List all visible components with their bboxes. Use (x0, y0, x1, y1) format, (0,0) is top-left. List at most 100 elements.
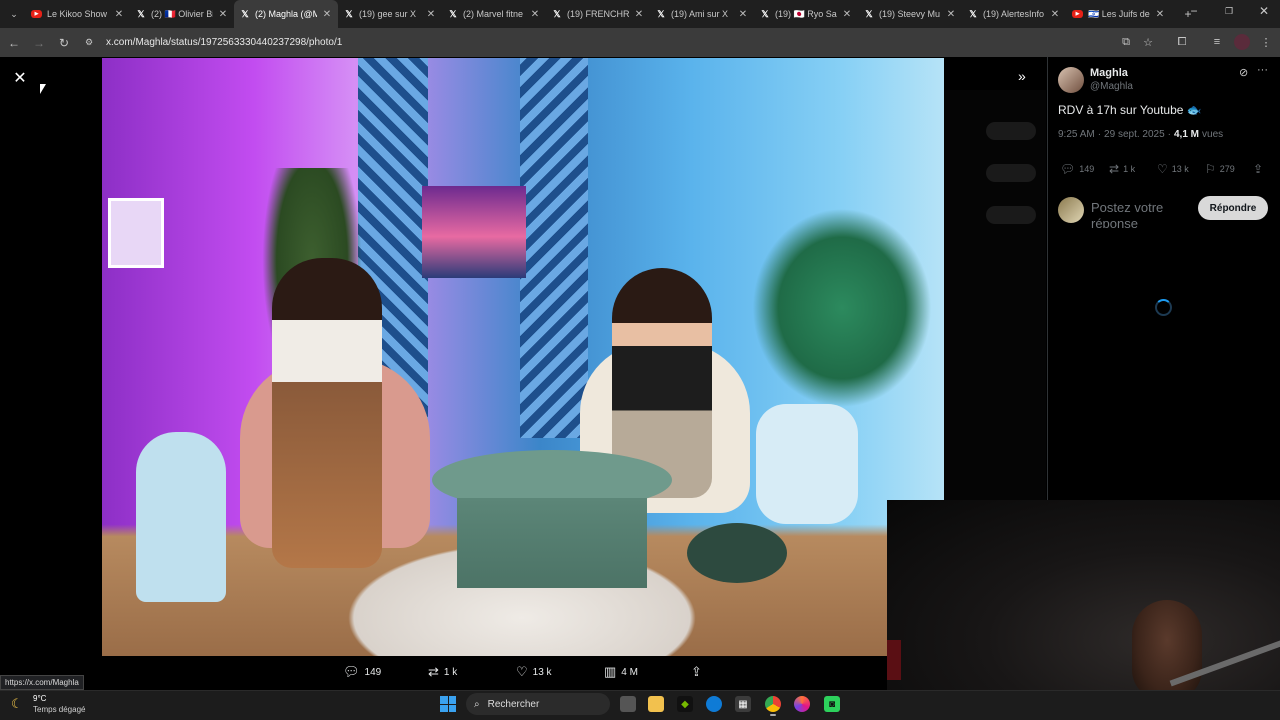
browser-tab[interactable]: 𝕏 (2) Marvel fitne ✕ (442, 0, 546, 28)
obs-app-icon[interactable]: ◙ (824, 696, 840, 712)
tab-title: 🇮🇱 Les Juifs de (1088, 8, 1150, 19)
bookmark-action[interactable]: ⚐ 279 (1205, 162, 1235, 176)
reply-action[interactable]: 💬︎ 149 (1060, 162, 1094, 176)
browser-tab[interactable]: ▶ 🇮🇱 Les Juifs de ✕ (1066, 0, 1171, 28)
nvidia-icon[interactable]: ◆ (677, 696, 693, 712)
meta-separator: · (1097, 129, 1102, 140)
tab-close-icon[interactable]: ✕ (1155, 9, 1165, 20)
x-icon: 𝕏 (449, 8, 457, 19)
taskbar-search[interactable]: ⌕ Rechercher (466, 693, 610, 715)
author-handle[interactable]: @Maghla (1090, 81, 1133, 92)
site-settings-icon[interactable]: ⚙ (78, 32, 100, 54)
post-photo[interactable] (102, 58, 944, 656)
media-like-action[interactable]: ♡ 13 k (516, 664, 552, 680)
more-options-icon[interactable]: ··· (1257, 64, 1268, 76)
expand-panel-chevrons-icon[interactable]: » (1018, 68, 1026, 84)
close-media-icon[interactable]: ✕ (12, 70, 28, 87)
reload-icon[interactable]: ↻ (53, 32, 75, 54)
author-avatar[interactable] (1058, 67, 1084, 93)
task-view-icon[interactable] (620, 696, 636, 712)
tab-close-icon[interactable]: ✕ (1050, 9, 1060, 20)
chrome-browser-icon[interactable] (765, 696, 781, 716)
window-controls: − ❐ ✕ (1175, 0, 1280, 28)
post-meta: 9:25 AM · 29 sept. 2025 · 4,1 M vues (1058, 129, 1223, 140)
like-action[interactable]: ♡ 13 k (1157, 162, 1189, 176)
tab-close-icon[interactable]: ✕ (114, 9, 124, 20)
tab-close-icon[interactable]: ✕ (738, 9, 748, 20)
browser-menu-icon[interactable]: ⋮ (1258, 34, 1274, 50)
microsoft-store-icon[interactable]: ▦ (735, 696, 751, 712)
browser-tab[interactable]: 𝕏 (19) AlertesInfo ✕ (962, 0, 1066, 28)
post-detail-panel (1047, 57, 1280, 500)
coffee-table-base (457, 498, 647, 588)
media-reply-action[interactable]: 💬︎ 149 (343, 664, 381, 680)
bookmark-star-icon[interactable]: ☆ (1140, 34, 1156, 50)
tab-close-icon[interactable]: ✕ (322, 9, 332, 20)
browser-tab[interactable]: ▶ Le Kikoo Show ✕ (25, 0, 130, 28)
tab-title: Le Kikoo Show (47, 9, 108, 19)
tab-title: (19) Steevy Mu (879, 9, 941, 19)
firefox-browser-icon[interactable] (794, 696, 810, 712)
wall-frame-left (108, 198, 164, 268)
weather-moon-icon[interactable]: ☾ (11, 696, 23, 712)
tab-close-icon[interactable]: ✕ (530, 9, 540, 20)
tab-close-icon[interactable]: ✕ (426, 9, 436, 20)
weather-description[interactable]: Temps dégagé (33, 705, 85, 714)
x-icon: 𝕏 (865, 8, 873, 19)
post-date[interactable]: 29 sept. 2025 (1104, 129, 1165, 140)
media-repost-action[interactable]: ⇄ 1 k (428, 664, 457, 680)
back-arrow-icon[interactable]: ← (3, 32, 25, 54)
browser-tab[interactable]: 𝕏 (19) FRENCHRA ✕ (546, 0, 650, 28)
tab-strip: ▶ Le Kikoo Show ✕ 𝕏 (2) 🇫🇷 Olivier Bi ✕ 𝕏 (2) M… (25, 0, 1171, 28)
floor-cushion (687, 523, 787, 583)
browser-tab[interactable]: 𝕏 (19) gee sur X ✕ (338, 0, 442, 28)
browser-tab[interactable]: 𝕏 (2) Maghla (@Ma ✕ (234, 0, 338, 28)
window-close-icon[interactable]: ✕ (1248, 0, 1280, 22)
tab-close-icon[interactable]: ✕ (218, 9, 228, 20)
minimize-icon[interactable]: − (1178, 0, 1210, 22)
browser-tab[interactable]: 𝕏 (2) 🇫🇷 Olivier Bi ✕ (130, 0, 234, 28)
tab-close-icon[interactable]: ✕ (842, 9, 852, 20)
tab-close-icon[interactable]: ✕ (946, 9, 956, 20)
restore-icon[interactable]: ❐ (1213, 0, 1245, 22)
tab-title: (19) AlertesInfo (983, 9, 1045, 19)
post-time[interactable]: 9:25 AM (1058, 129, 1095, 140)
install-app-icon[interactable]: ⧉ (1118, 34, 1134, 50)
bookmark-icon: ⚐ (1205, 162, 1216, 176)
forward-arrow-icon[interactable]: → (28, 32, 50, 54)
ghost-button (986, 122, 1036, 140)
browser-tab[interactable]: 𝕏 (19) 🇯🇵 Ryo Sai ✕ (754, 0, 858, 28)
mouse-cursor-icon (40, 84, 46, 94)
share-action[interactable]: ⇪ (1253, 162, 1263, 176)
link-status-url: https://x.com/Maghla (0, 675, 84, 690)
media-views-action[interactable]: ▥ 4 M (604, 664, 638, 680)
profile-avatar-icon[interactable] (1234, 34, 1250, 50)
reply-input[interactable]: Postez votre réponse (1091, 200, 1191, 228)
media-repost-count: 1 k (443, 666, 458, 678)
tab-close-icon[interactable]: ✕ (634, 9, 644, 20)
tab-search-chevron-icon[interactable]: ⌄ (3, 3, 25, 25)
repost-icon: ⇄ (1109, 162, 1120, 176)
url-field[interactable]: x.com/Maghla/status/1972563330440237298/… (106, 37, 342, 48)
author-display-name[interactable]: Maghla (1090, 67, 1128, 79)
extensions-puzzle-icon[interactable]: ⧠ (1174, 34, 1190, 50)
heart-icon: ♡ (516, 664, 528, 679)
media-share-action[interactable]: ⇪ (691, 664, 702, 680)
tab-title: (19) FRENCHRA (567, 9, 629, 19)
windows-start-icon[interactable] (440, 696, 456, 712)
x-icon: 𝕏 (345, 8, 353, 19)
browser-tab[interactable]: 𝕏 (19) Steevy Mu ✕ (858, 0, 962, 28)
media-views-count: 4 M (621, 666, 638, 678)
background-dimmed-area (944, 90, 1046, 500)
edge-browser-icon[interactable] (706, 696, 722, 712)
reply-button[interactable]: Répondre (1198, 196, 1268, 220)
browser-tab[interactable]: 𝕏 (19) Ami sur X ✕ (650, 0, 754, 28)
weather-temperature[interactable]: 9°C (33, 694, 46, 703)
repost-action[interactable]: ⇄ 1 k (1109, 162, 1135, 176)
media-control-icon[interactable]: ≡ (1209, 34, 1225, 50)
side-table-right (756, 404, 858, 524)
grok-icon[interactable]: ⊘ (1239, 66, 1248, 79)
file-explorer-icon[interactable] (648, 696, 664, 712)
curtain-right (520, 58, 588, 438)
loading-spinner-icon (1155, 299, 1172, 316)
